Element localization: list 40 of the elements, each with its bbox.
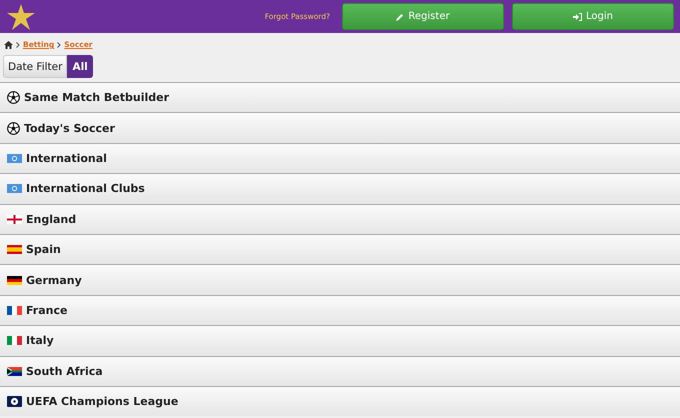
pencil-icon (396, 12, 404, 20)
category-label: International (26, 152, 107, 165)
category-label: Italy (26, 334, 54, 348)
home-icon[interactable] (4, 40, 13, 48)
flag-icon (7, 336, 22, 346)
category-label: South Africa (26, 364, 103, 378)
category-row[interactable]: UEFA Champions League (0, 386, 680, 416)
category-row[interactable]: England (0, 204, 680, 234)
category-row[interactable]: Italy (0, 325, 680, 356)
sign-in-icon (573, 12, 582, 20)
category-row[interactable]: Germany (0, 264, 680, 295)
star-logo-icon[interactable] (6, 2, 36, 30)
flag-icon (7, 154, 22, 163)
category-row[interactable]: France (0, 294, 680, 326)
flag-icon (7, 366, 22, 376)
soccer-ball-icon (7, 91, 20, 104)
category-row[interactable]: Spain (0, 234, 680, 264)
category-row[interactable]: International Clubs (0, 173, 680, 204)
flag-icon (7, 306, 22, 315)
category-label: Germany (26, 274, 82, 287)
category-label: Same Match Betbuilder (24, 91, 170, 104)
category-row[interactable]: International (0, 142, 680, 174)
date-filter-option[interactable]: All (67, 55, 93, 78)
category-label: Spain (26, 243, 61, 256)
category-label: England (26, 212, 76, 226)
flag-icon (7, 276, 22, 285)
chevron-icon (16, 42, 20, 48)
soccer-ball-icon (7, 122, 20, 135)
category-row[interactable]: South Africa (0, 356, 680, 386)
category-label: Today's Soccer (24, 122, 115, 135)
category-row[interactable]: Today's Soccer (0, 112, 680, 143)
category-label: International Clubs (26, 182, 145, 196)
chevron-icon (57, 42, 62, 48)
flag-icon (7, 184, 22, 194)
flag-icon (7, 245, 22, 254)
flag-icon (7, 214, 22, 224)
category-label: UEFA Champions League (26, 395, 178, 408)
category-row[interactable]: Same Match Betbuilder (0, 82, 680, 112)
date-filter-label: Date Filter (3, 55, 68, 78)
category-label: France (26, 304, 68, 317)
